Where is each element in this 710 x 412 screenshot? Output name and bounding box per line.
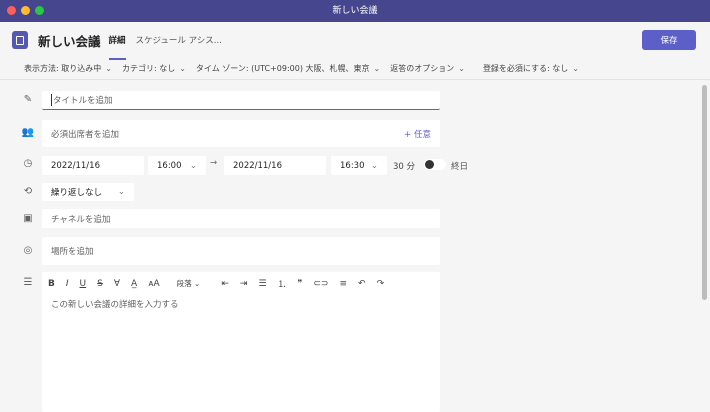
channel-icon: ▣: [23, 213, 33, 224]
location-icon: ◎: [23, 245, 33, 256]
clock-icon: ◷: [23, 158, 33, 169]
require-registration-dropdown[interactable]: 登録を必須にする: なし ⌄: [483, 63, 579, 74]
quote-icon[interactable]: ❞: [298, 279, 303, 289]
horizontal-rule-icon[interactable]: ≡: [339, 279, 347, 289]
details-editor[interactable]: この新しい会議の詳細を入力する: [42, 272, 440, 412]
optional-attendees-link[interactable]: + 任意: [404, 128, 431, 140]
font-size-icon[interactable]: ᴀA: [148, 279, 159, 289]
add-person-icon: 👥: [21, 127, 35, 138]
increase-indent-icon[interactable]: ⇥: [240, 279, 248, 289]
duration-label: 30 分: [393, 162, 416, 172]
close-window-button[interactable]: [7, 6, 16, 15]
numbered-list-icon[interactable]: ⒈: [278, 277, 287, 290]
strikethrough-icon[interactable]: S: [97, 279, 103, 289]
channel-input[interactable]: チャネルを追加: [42, 209, 440, 228]
arrow-right-icon: →: [210, 158, 218, 168]
show-as-dropdown[interactable]: 表示方法: 取り込み中 ⌄: [24, 63, 112, 74]
response-options-dropdown[interactable]: 返答のオプション ⌄: [390, 63, 465, 74]
end-time-dropdown[interactable]: 16:30 ⌄: [331, 156, 387, 175]
title-input[interactable]: タイトルを追加: [42, 91, 440, 110]
end-date-input[interactable]: 2022/11/16: [224, 156, 326, 175]
chevron-down-icon: ⌄: [189, 160, 197, 171]
italic-icon[interactable]: I: [66, 279, 69, 289]
chevron-down-icon: ⌄: [370, 160, 378, 171]
page-title: 新しい会議: [38, 33, 101, 49]
start-time-dropdown[interactable]: 16:00 ⌄: [148, 156, 206, 175]
calendar-icon: [12, 31, 28, 49]
highlight-icon[interactable]: ∀: [114, 279, 120, 289]
tab-scheduling-assistant[interactable]: スケジュール アシス...: [136, 34, 222, 46]
chevron-down-icon: ⌄: [572, 64, 579, 73]
minimize-window-button[interactable]: [21, 6, 30, 15]
location-input[interactable]: 場所を追加: [42, 237, 440, 265]
bullet-list-icon[interactable]: ☰: [258, 279, 266, 289]
chevron-down-icon: ⌄: [373, 64, 381, 73]
bold-icon[interactable]: B: [48, 279, 55, 289]
header: 新しい会議 詳細 スケジュール アシス... 保存: [0, 22, 710, 60]
chevron-down-icon: ⌄: [179, 64, 186, 73]
required-attendees-input[interactable]: 必須出席者を追加 + 任意: [42, 120, 440, 147]
timezone-dropdown[interactable]: タイム ゾーン: (UTC+09:00) 大阪、札幌、東京 ⌄: [196, 63, 380, 74]
chevron-down-icon: ⌄: [105, 64, 112, 73]
scrollbar[interactable]: [702, 85, 707, 300]
repeat-icon: ⟲: [23, 186, 33, 197]
pencil-icon: ✎: [23, 94, 33, 105]
decrease-indent-icon[interactable]: ⇤: [221, 279, 229, 289]
chevron-down-icon: ⌄: [458, 64, 465, 73]
window-title: 新しい会議: [332, 6, 378, 16]
font-color-icon[interactable]: A̲: [131, 279, 137, 289]
link-icon[interactable]: ⊂⊃: [313, 279, 328, 289]
details-icon: ☰: [23, 277, 33, 288]
zoom-window-button[interactable]: [35, 6, 44, 15]
title-bar: 新しい会議: [0, 0, 710, 22]
repeat-dropdown[interactable]: 繰り返しなし ⌄: [42, 183, 134, 201]
format-toolbar: B I U S ∀ A̲ ᴀA 段落 ⌄ ⇤ ⇥ ☰ ⒈ ❞ ⊂⊃ ≡ ↶ ↷: [48, 277, 385, 291]
category-dropdown[interactable]: カテゴリ: なし ⌄: [122, 63, 186, 74]
start-date-input[interactable]: 2022/11/16: [42, 156, 144, 175]
underline-icon[interactable]: U: [80, 279, 87, 289]
paragraph-dropdown[interactable]: 段落 ⌄: [177, 278, 201, 289]
all-day-label: 終日: [451, 162, 469, 172]
tab-details[interactable]: 詳細: [108, 34, 126, 60]
options-bar: 表示方法: 取り込み中 ⌄ カテゴリ: なし ⌄ タイム ゾーン: (UTC+09:…: [0, 58, 710, 80]
all-day-toggle[interactable]: [424, 159, 446, 170]
chevron-down-icon: ⌄: [117, 187, 125, 197]
undo-icon[interactable]: ↶: [358, 279, 366, 289]
redo-icon[interactable]: ↷: [377, 279, 385, 289]
save-button[interactable]: 保存: [642, 30, 696, 50]
